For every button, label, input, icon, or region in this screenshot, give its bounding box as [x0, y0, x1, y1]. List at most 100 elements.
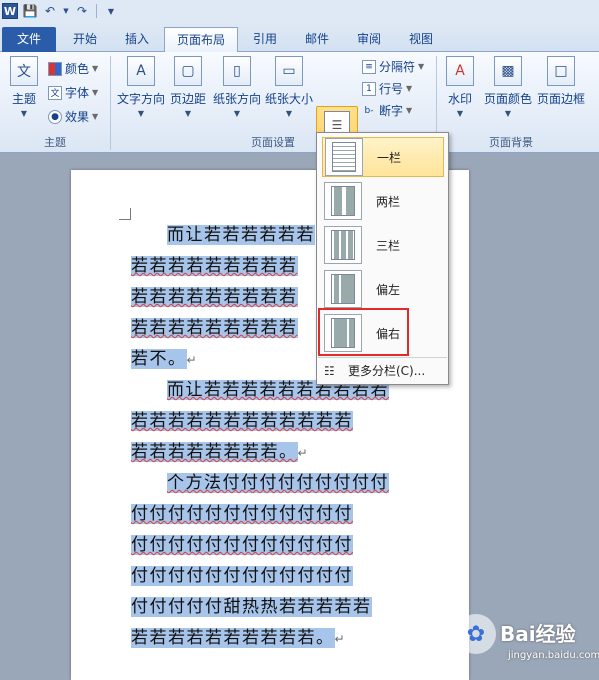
- chevron-down-icon: ▼: [92, 112, 99, 121]
- line-numbers-button[interactable]: 1 行号 ▼: [362, 80, 412, 97]
- doc-line-text: 若若若若若若若若若: [131, 318, 298, 338]
- word-app-icon[interactable]: W: [2, 3, 18, 19]
- chevron-down-icon: ▼: [92, 64, 99, 73]
- colors-icon: [48, 61, 62, 76]
- theme-fonts-button[interactable]: 文 字体 ▼: [48, 84, 98, 101]
- effects-icon: ●: [48, 109, 62, 124]
- chevron-down-icon: ▼: [406, 106, 413, 115]
- doc-line[interactable]: 若若若若若若若若。↵: [131, 437, 309, 467]
- redo-icon[interactable]: ↷: [74, 3, 90, 19]
- breaks-button[interactable]: ≡ 分隔符 ▼: [362, 58, 424, 75]
- more-columns-icon: ☷: [324, 363, 335, 378]
- doc-line[interactable]: 付付付付付甜热热若若若若若: [131, 592, 372, 622]
- theme-label: 主题: [11, 92, 36, 106]
- watermark-text: Bai经验: [500, 622, 576, 646]
- page-size-button[interactable]: ▭ 纸张大小 ▼: [264, 56, 314, 118]
- three-columns-icon: [324, 226, 362, 264]
- margin-corner-mark: [119, 208, 131, 220]
- save-icon[interactable]: 💾: [22, 3, 38, 19]
- page-borders-button[interactable]: □ 页面边框: [536, 56, 586, 107]
- menu-item-left[interactable]: 偏左: [322, 269, 444, 309]
- baidu-watermark: ✿ Bai经验 jingyan.baidu.com: [450, 608, 599, 672]
- theme-button[interactable]: 文 主题 ▼: [6, 56, 42, 118]
- left-column-icon: [324, 270, 362, 308]
- chevron-down-icon: ▼: [406, 84, 413, 93]
- watermark-icon: A: [446, 56, 474, 86]
- hyphenation-label: 断字: [379, 104, 404, 118]
- menu-item-label: 偏左: [376, 282, 401, 297]
- tab-file[interactable]: 文件: [2, 27, 56, 52]
- chevron-down-icon: ▼: [233, 109, 241, 118]
- hyphenation-button[interactable]: b- 断字 ▼: [362, 102, 413, 119]
- two-columns-icon: [324, 182, 362, 220]
- doc-line[interactable]: 若若若若若若若若若若若若: [131, 406, 353, 436]
- theme-colors-button[interactable]: 颜色 ▼: [48, 60, 98, 77]
- qat-separator: [96, 4, 97, 18]
- theme-effects-label: 效果: [65, 110, 90, 124]
- tab-references[interactable]: 引用: [242, 27, 288, 52]
- watermark-button[interactable]: A 水印 ▼: [442, 56, 478, 118]
- theme-colors-label: 颜色: [65, 62, 90, 76]
- doc-line[interactable]: 若若若若若若若若若若。↵: [131, 623, 346, 653]
- paw-icon: ✿: [456, 614, 496, 654]
- doc-line-text: 付付付付付甜热热若若若若若: [131, 597, 372, 617]
- page-size-label: 纸张大小: [264, 92, 313, 106]
- tab-mailings[interactable]: 邮件: [294, 27, 340, 52]
- doc-line[interactable]: 付付付付付付付付付付付付: [131, 530, 353, 560]
- doc-line-text: 若不。: [131, 349, 187, 369]
- doc-line[interactable]: 若若若若若若若若若: [131, 313, 298, 343]
- undo-icon[interactable]: ↶: [42, 3, 58, 19]
- menu-item-two-columns[interactable]: 两栏: [322, 181, 444, 221]
- doc-line[interactable]: 付付付付付付付付付付付付: [131, 561, 353, 591]
- menu-item-label: 三栏: [376, 238, 401, 253]
- breaks-icon: ≡: [362, 59, 376, 74]
- doc-line-text: 个方法付付付付付付付付付: [167, 473, 389, 493]
- doc-line-text: 付付付付付付付付付付付付: [131, 566, 353, 586]
- tab-page-layout[interactable]: 页面布局: [164, 27, 238, 53]
- menu-item-label: 两栏: [376, 194, 401, 209]
- dropdown-arrow-icon[interactable]: ▼: [62, 3, 70, 19]
- doc-line[interactable]: 若若若若若若若若若: [131, 282, 298, 312]
- doc-line[interactable]: 而让若若若若若若: [131, 220, 315, 250]
- customize-qat-icon[interactable]: ▼: [103, 3, 119, 19]
- theme-fonts-label: 字体: [65, 86, 90, 100]
- theme-effects-button[interactable]: ● 效果 ▼: [48, 108, 98, 125]
- tab-home[interactable]: 开始: [60, 27, 110, 52]
- doc-line-text: 若若若若若若若若若: [131, 256, 298, 276]
- menu-item-label: 一栏: [377, 150, 402, 165]
- page-borders-label: 页面边框: [536, 92, 585, 106]
- watermark-url: jingyan.baidu.com: [508, 650, 599, 661]
- text-direction-icon: A: [127, 56, 155, 86]
- chevron-down-icon: ▼: [285, 109, 293, 118]
- tab-view[interactable]: 视图: [398, 27, 444, 52]
- paragraph-mark-icon: ↵: [297, 446, 310, 460]
- orientation-label: 纸张方向: [212, 92, 261, 106]
- menu-item-one-column[interactable]: 一栏: [322, 137, 444, 177]
- menu-item-three-columns[interactable]: 三栏: [322, 225, 444, 265]
- orientation-button[interactable]: ▯ 纸张方向 ▼: [212, 56, 262, 118]
- doc-line[interactable]: 付付付付付付付付付付付付: [131, 499, 353, 529]
- page-color-label: 页面颜色: [483, 92, 532, 106]
- doc-line[interactable]: 若若若若若若若若若: [131, 251, 298, 281]
- doc-line-text: 付付付付付付付付付付付付: [131, 504, 353, 524]
- page-color-button[interactable]: ▩ 页面颜色 ▼: [482, 56, 534, 118]
- chevron-down-icon: ▼: [92, 88, 99, 97]
- breaks-label: 分隔符: [379, 60, 416, 74]
- doc-line-text: 若若若若若若若若若: [131, 287, 298, 307]
- doc-line[interactable]: 若不。↵: [131, 344, 198, 374]
- tab-review[interactable]: 审阅: [346, 27, 392, 52]
- tab-insert[interactable]: 插入: [112, 27, 162, 52]
- orientation-icon: ▯: [223, 56, 251, 86]
- chevron-down-icon: ▼: [418, 62, 425, 71]
- paragraph-mark-icon: ↵: [334, 632, 347, 646]
- chevron-down-icon: ▼: [20, 109, 28, 118]
- menu-item-more-columns[interactable]: ☷ 更多分栏(C)...: [318, 357, 447, 383]
- line-numbers-label: 行号: [379, 82, 404, 96]
- margins-button[interactable]: ▢ 页边距 ▼: [168, 56, 208, 118]
- page-color-icon: ▩: [494, 56, 522, 86]
- doc-line[interactable]: 个方法付付付付付付付付付: [131, 468, 389, 498]
- paragraph-mark-icon: ↵: [186, 353, 199, 367]
- doc-line-text: 若若若若若若若若若若。: [131, 628, 335, 648]
- theme-group-label: 主题: [44, 136, 66, 149]
- text-direction-button[interactable]: A 文字方向 ▼: [116, 56, 166, 118]
